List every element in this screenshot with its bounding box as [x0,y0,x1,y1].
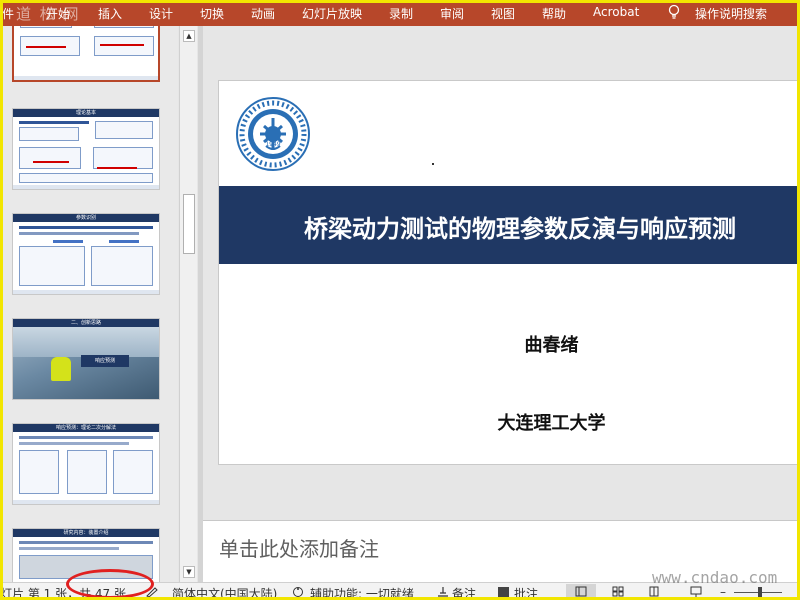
tab-file[interactable]: 件 [2,5,14,22]
university-logo: 1949 [236,97,310,171]
tab-insert[interactable]: 插入 [98,5,122,22]
zoom-out-icon[interactable]: – [720,585,726,599]
accessibility-status[interactable]: 辅助功能: 一切就绪 [310,585,414,600]
ribbon-tabs: 道 松 网 件 开始 插入 设计 切换 动画 幻灯片放映 录制 审阅 视图 帮助… [0,0,800,26]
slide-organization[interactable]: 大连理工大学 [219,409,800,435]
tab-home[interactable]: 开始 [46,5,70,22]
stray-dot [432,163,434,165]
tab-view[interactable]: 视图 [491,5,515,22]
thumbnail-title: 参数识别 [75,215,97,221]
tab-animations[interactable]: 动画 [251,5,275,22]
tab-transitions[interactable]: 切换 [200,5,224,22]
slide-thumbnail-pane: 理论基本 参数识别 二、创新思路 响应预测 响应预测：理论二次分解法 研究内容：… [0,26,178,582]
logo-year: 1949 [265,141,280,148]
tab-review[interactable]: 审阅 [440,5,464,22]
thumbnail-scrollbar[interactable]: ▲ ▼ [179,26,197,582]
thumbnail-title: 理论基本 [75,110,97,116]
comments-toggle[interactable]: 批注 [514,585,538,600]
lightbulb-icon [668,4,680,19]
scrollbar-thumb[interactable] [183,194,195,254]
highlight-oval [66,569,154,599]
scroll-down-icon[interactable]: ▼ [183,566,195,578]
notes-toggle[interactable]: 备注 [452,585,476,600]
zoom-slider-handle[interactable] [758,587,762,597]
slide-thumbnail[interactable]: 二、创新思路 响应预测 [12,318,160,400]
thumbnail-title: 二、创新思路 [70,320,102,326]
tab-slideshow[interactable]: 幻灯片放映 [302,5,362,22]
slide-thumbnail[interactable]: 参数识别 [12,213,160,295]
slide-thumbnail[interactable] [12,26,160,82]
tab-help[interactable]: 帮助 [542,5,566,22]
language-status[interactable]: 简体中文(中国大陆) [172,585,277,600]
tab-acrobat[interactable]: Acrobat [593,5,639,19]
reading-view-icon[interactable] [648,586,660,597]
thumbnail-label: 响应预测 [81,355,129,367]
normal-view-icon[interactable] [575,586,587,597]
tab-record[interactable]: 录制 [389,5,413,22]
thumbnail-title: 响应预测：理论二次分解法 [55,425,117,431]
accessibility-icon[interactable] [292,586,304,597]
tell-me-search[interactable]: 操作说明搜索 [695,5,767,22]
slideshow-icon[interactable] [690,586,702,597]
notes-icon[interactable] [437,586,449,597]
current-slide[interactable]: 1949 桥梁动力测试的物理参数反演与响应预测 曲春绪 大连理工大学 [218,80,800,465]
slide-sorter-icon[interactable] [612,586,624,597]
scroll-up-icon[interactable]: ▲ [183,30,195,42]
slide-title[interactable]: 桥梁动力测试的物理参数反演与响应预测 [304,209,736,244]
slide-thumbnail[interactable]: 理论基本 [12,108,160,190]
slide-thumbnail[interactable]: 响应预测：理论二次分解法 [12,423,160,505]
watermark-url: www.cndao.com [652,568,778,587]
notes-placeholder[interactable]: 单击此处添加备注 [219,533,379,562]
comments-icon[interactable] [498,587,509,597]
slide-author[interactable]: 曲春绪 [219,331,800,357]
thumbnail-title: 研究内容：装置介绍 [63,530,109,536]
tab-design[interactable]: 设计 [149,5,173,22]
slide-editor: 1949 桥梁动力测试的物理参数反演与响应预测 曲春绪 大连理工大学 [203,26,800,520]
